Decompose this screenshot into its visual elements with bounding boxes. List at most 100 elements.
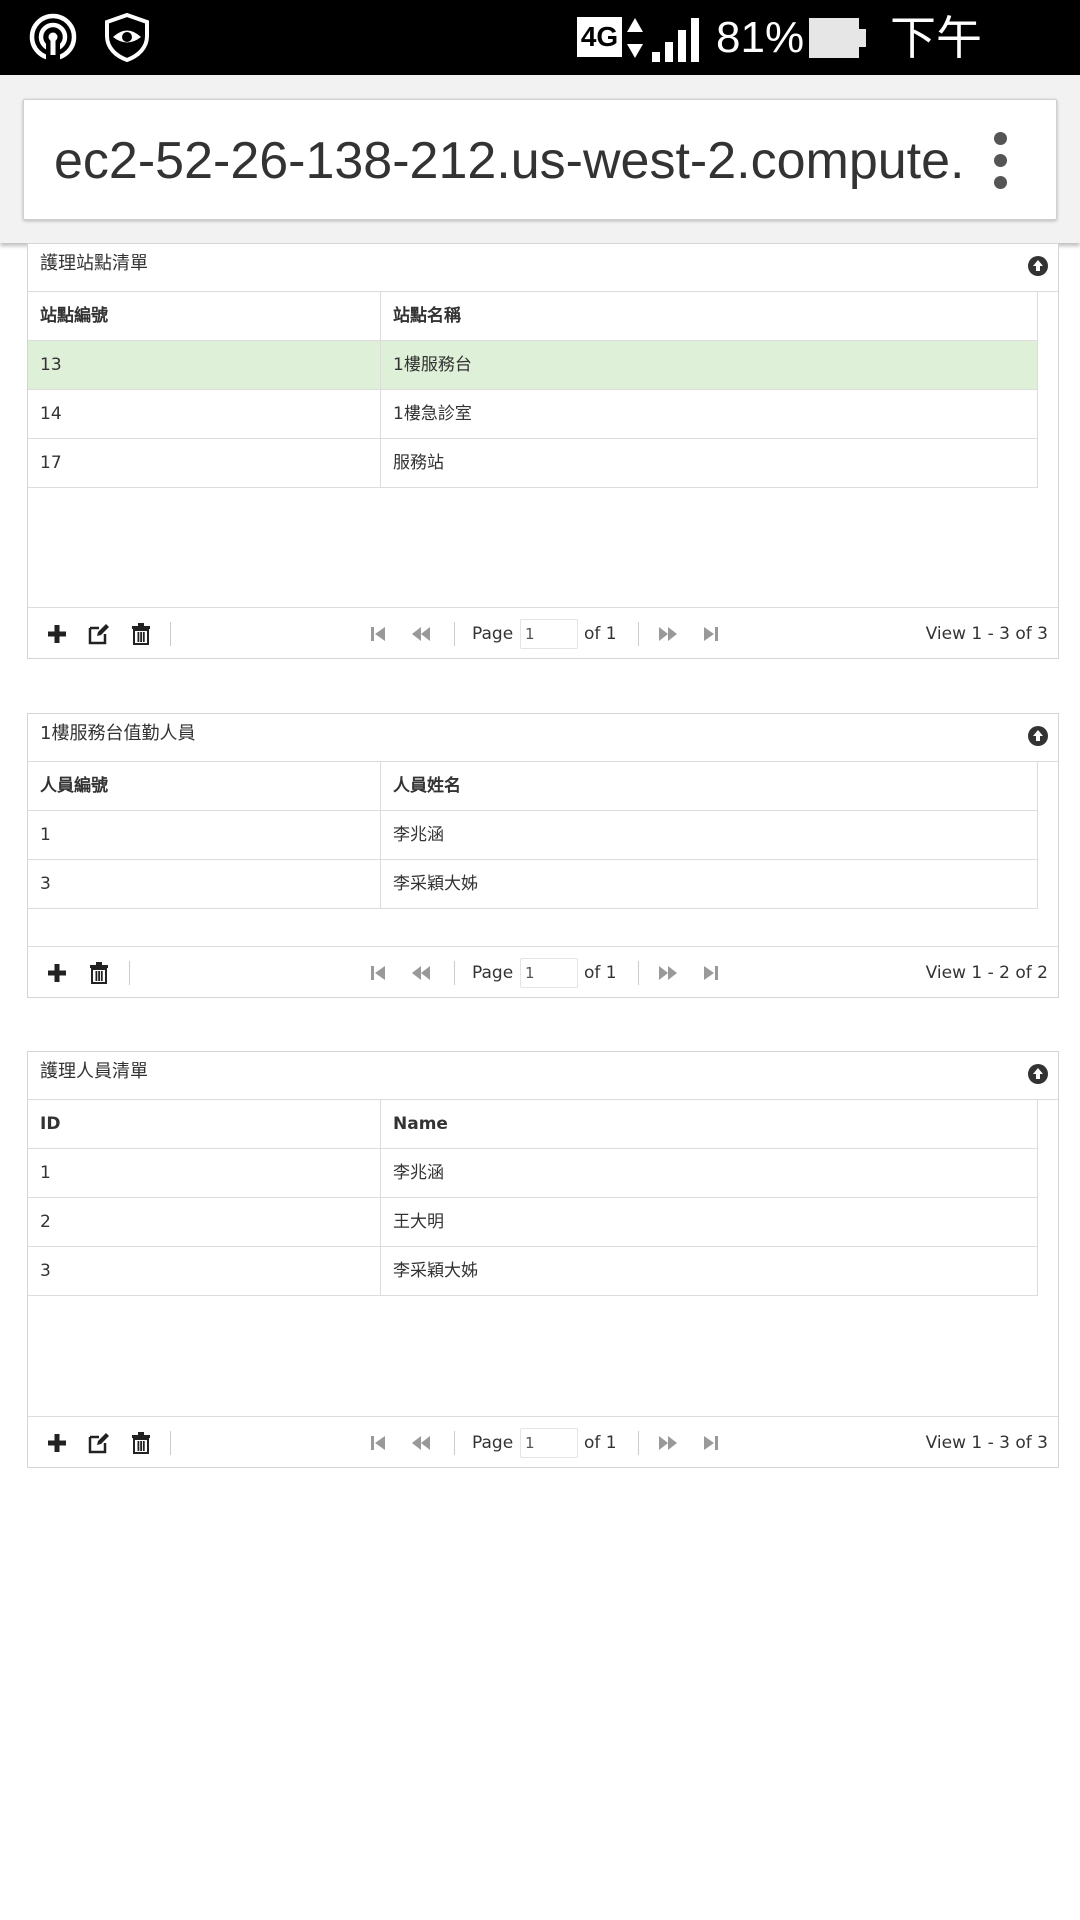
table-cell: 李兆涵: [393, 825, 444, 845]
divider: [129, 961, 130, 985]
page-total: of 1: [584, 1433, 617, 1453]
prev-page-icon[interactable]: [408, 1430, 434, 1456]
next-page-icon[interactable]: [655, 621, 681, 647]
grid-nursing-stations: 護理站點清單 站點編號 站點名稱 13 1樓服務台 14 1樓急診室 17 服務…: [27, 243, 1059, 659]
table-cell: 3: [28, 860, 381, 909]
collapse-icon[interactable]: [1028, 726, 1048, 746]
address-bar[interactable]: ec2-52-26-138-212.us-west-2.compute.: [23, 99, 1057, 220]
grid-duty-staff: 1樓服務台值勤人員 人員編號 人員姓名 1 李兆涵 3 李采穎大姊 Page 1…: [27, 713, 1059, 998]
hotspot-icon: [29, 13, 77, 62]
shield-eye-icon: [105, 12, 149, 62]
divider: [170, 1431, 171, 1455]
more-vert-icon[interactable]: [986, 130, 1016, 190]
table-cell: 13: [28, 341, 381, 390]
last-page-icon[interactable]: [698, 1430, 724, 1456]
url-text[interactable]: ec2-52-26-138-212.us-west-2.compute.: [54, 130, 964, 192]
edit-icon[interactable]: [86, 621, 112, 647]
delete-icon[interactable]: [128, 621, 154, 647]
grid-caption: 護理站點清單: [28, 244, 1058, 292]
table-row[interactable]: 3 李采穎大姊: [28, 860, 1038, 909]
divider: [638, 622, 639, 646]
grid-nursing-staff: 護理人員清單 ID Name 1 李兆涵 2 王大明 3 李采穎大姊 Page …: [27, 1051, 1059, 1468]
view-range: View 1 - 3 of 3: [925, 624, 1048, 644]
add-icon[interactable]: [44, 960, 70, 986]
column-header[interactable]: 人員編號: [28, 762, 381, 811]
table-header: ID Name: [28, 1100, 1038, 1149]
table-cell: 3: [28, 1247, 381, 1296]
divider: [170, 622, 171, 646]
table-row[interactable]: 3 李采穎大姊: [28, 1247, 1038, 1296]
add-icon[interactable]: [44, 621, 70, 647]
table-row[interactable]: 1 李兆涵: [28, 1149, 1038, 1198]
pager: Page 1 of 1 View 1 - 2 of 2: [28, 946, 1058, 998]
status-bar: 4G 81% 下午3:36: [0, 0, 1080, 125]
pager: Page 1 of 1 View 1 - 3 of 3: [28, 1416, 1058, 1468]
first-page-icon[interactable]: [365, 621, 391, 647]
view-range: View 1 - 2 of 2: [925, 963, 1048, 983]
pager: Page 1 of 1 View 1 - 3 of 3: [28, 607, 1058, 659]
page-input[interactable]: 1: [520, 958, 578, 988]
page-total: of 1: [584, 624, 617, 644]
next-page-icon[interactable]: [655, 1430, 681, 1456]
divider: [454, 622, 455, 646]
grid-title: 護理站點清單: [40, 253, 148, 274]
battery-icon: [809, 18, 866, 58]
grid-caption: 1樓服務台值勤人員: [28, 714, 1058, 762]
signal-icon: [652, 18, 699, 62]
column-header[interactable]: 人員姓名: [381, 762, 1038, 811]
table-cell: 14: [28, 390, 381, 439]
add-icon[interactable]: [44, 1430, 70, 1456]
first-page-icon[interactable]: [365, 1430, 391, 1456]
table-cell: 1: [28, 811, 381, 860]
data-activity-icon: [627, 18, 643, 58]
last-page-icon[interactable]: [698, 621, 724, 647]
table-header: 站點編號 站點名稱: [28, 292, 1038, 341]
table-header: 人員編號 人員姓名: [28, 762, 1038, 811]
column-header[interactable]: ID: [28, 1100, 381, 1149]
column-header[interactable]: Name: [381, 1100, 1038, 1149]
table-row[interactable]: 2 王大明: [28, 1198, 1038, 1247]
table-row[interactable]: 14 1樓急診室: [28, 390, 1038, 439]
prev-page-icon[interactable]: [408, 960, 434, 986]
prev-page-icon[interactable]: [408, 621, 434, 647]
column-header[interactable]: 站點名稱: [381, 292, 1038, 341]
grid-title: 護理人員清單: [40, 1061, 148, 1082]
divider: [638, 961, 639, 985]
page-input[interactable]: 1: [520, 1428, 578, 1458]
table-row[interactable]: 1 李兆涵: [28, 811, 1038, 860]
last-page-icon[interactable]: [698, 960, 724, 986]
divider: [638, 1431, 639, 1455]
page-label: Page: [472, 963, 514, 983]
table-cell: 李采穎大姊: [393, 1261, 478, 1281]
table-cell: 17: [28, 439, 381, 488]
table-cell: 1樓服務台: [393, 355, 472, 375]
next-page-icon[interactable]: [655, 960, 681, 986]
first-page-icon[interactable]: [365, 960, 391, 986]
edit-icon[interactable]: [86, 1430, 112, 1456]
network-type-badge: 4G: [577, 17, 622, 57]
table-row[interactable]: 17 服務站: [28, 439, 1038, 488]
browser-toolbar: ec2-52-26-138-212.us-west-2.compute.: [0, 75, 1080, 243]
page-total: of 1: [584, 963, 617, 983]
divider: [454, 961, 455, 985]
page-label: Page: [472, 1433, 514, 1453]
delete-icon[interactable]: [128, 1430, 154, 1456]
column-header[interactable]: 站點編號: [28, 292, 381, 341]
table-cell: 李兆涵: [393, 1163, 444, 1183]
collapse-icon[interactable]: [1028, 256, 1048, 276]
table-cell: 李采穎大姊: [393, 874, 478, 894]
grid-title: 1樓服務台值勤人員: [40, 723, 196, 744]
collapse-icon[interactable]: [1028, 1064, 1048, 1084]
grid-caption: 護理人員清單: [28, 1052, 1058, 1100]
page-input[interactable]: 1: [520, 619, 578, 649]
table-cell: 1樓急診室: [393, 404, 472, 424]
table-cell: 王大明: [393, 1212, 444, 1232]
battery-percent: 81%: [716, 13, 805, 62]
table-cell: 2: [28, 1198, 381, 1247]
view-range: View 1 - 3 of 3: [925, 1433, 1048, 1453]
table-cell: 服務站: [393, 453, 444, 473]
table-row[interactable]: 13 1樓服務台: [28, 341, 1038, 390]
divider: [454, 1431, 455, 1455]
page-label: Page: [472, 624, 514, 644]
delete-icon[interactable]: [86, 960, 112, 986]
